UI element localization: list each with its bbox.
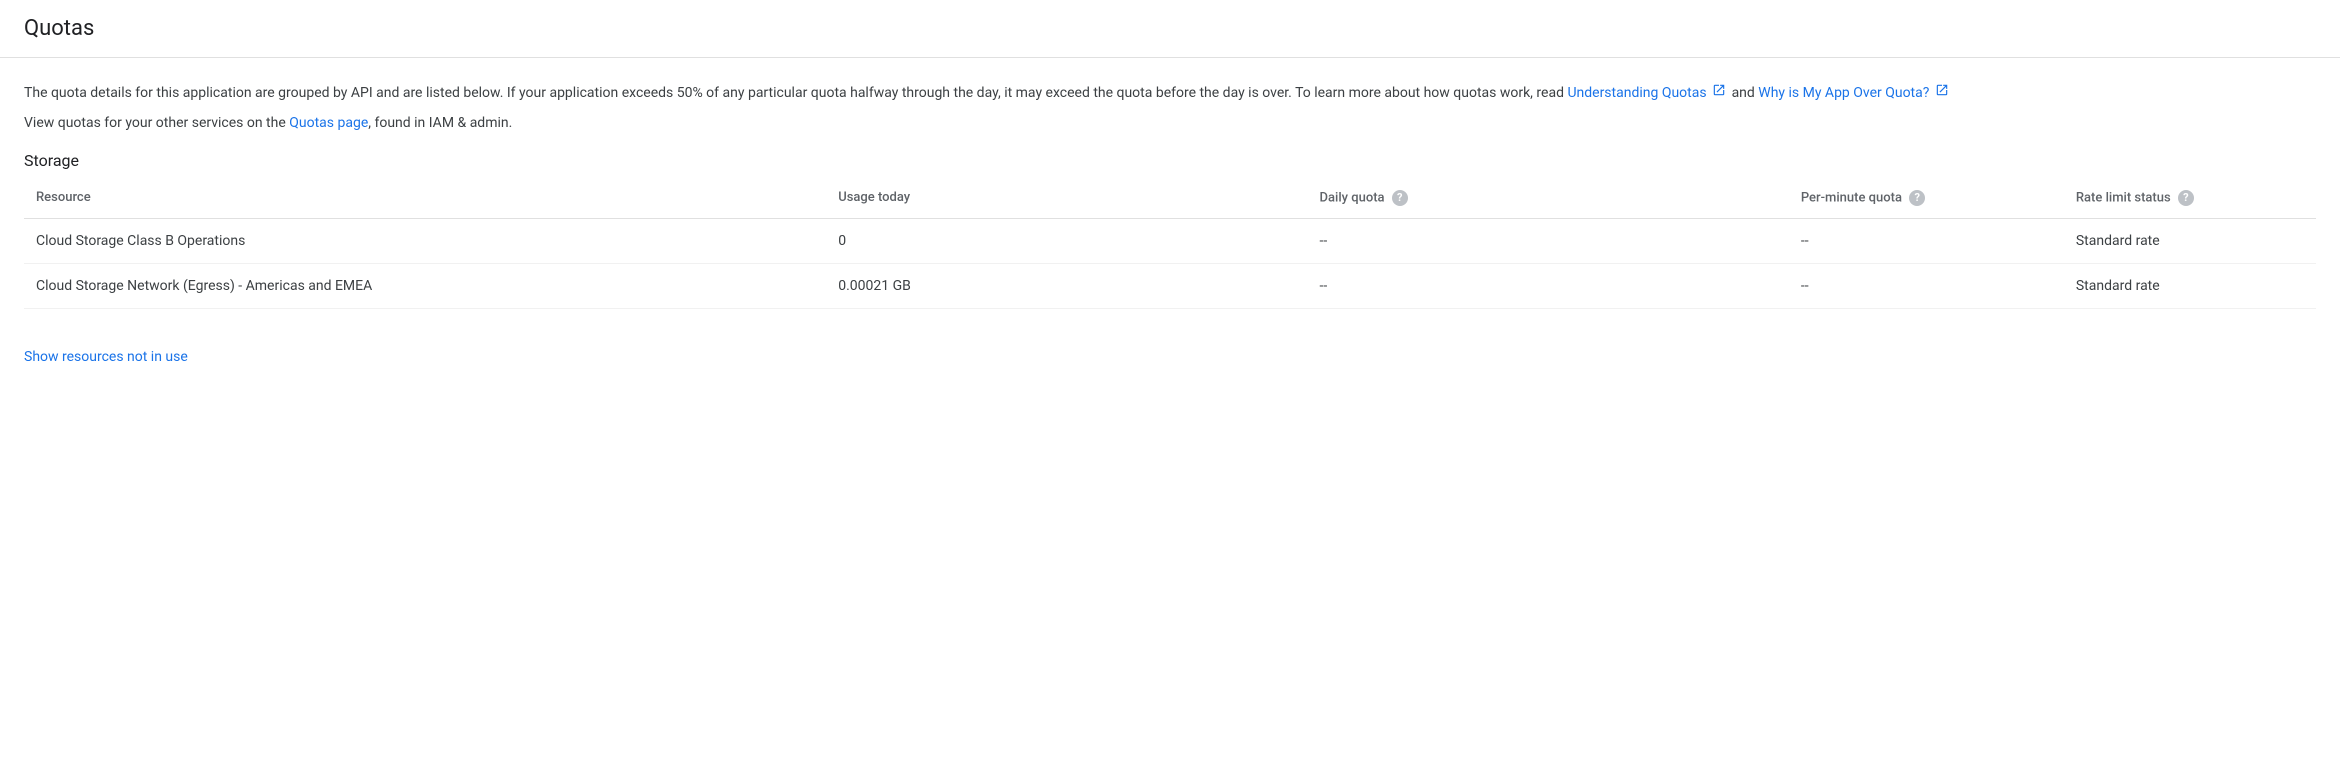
cell-resource: Cloud Storage Network (Egress) - America… xyxy=(24,263,826,308)
help-icon[interactable]: ? xyxy=(1909,190,1925,206)
content-area: The quota details for this application a… xyxy=(0,58,2340,389)
header-daily: Daily quota ? xyxy=(1308,178,1789,219)
section-title-storage: Storage xyxy=(24,151,2316,170)
description-part2: and xyxy=(1732,85,1759,101)
secondary-part1: View quotas for your other services on t… xyxy=(24,115,289,131)
header-daily-label: Daily quota xyxy=(1320,190,1385,205)
page-header: Quotas xyxy=(0,0,2340,58)
table-header-row: Resource Usage today Daily quota ? Per-m… xyxy=(24,178,2316,219)
show-resources-link[interactable]: Show resources not in use xyxy=(24,349,188,365)
description-part1: The quota details for this application a… xyxy=(24,85,1567,101)
understanding-quotas-link[interactable]: Understanding Quotas xyxy=(1567,85,1706,101)
table-row: Cloud Storage Network (Egress) - America… xyxy=(24,263,2316,308)
header-usage: Usage today xyxy=(826,178,1307,219)
help-icon[interactable]: ? xyxy=(2178,190,2194,206)
external-link-icon xyxy=(1712,82,1726,104)
secondary-part2: , found in IAM & admin. xyxy=(368,115,512,131)
external-link-icon xyxy=(1935,82,1949,104)
quotas-page-link[interactable]: Quotas page xyxy=(289,115,368,131)
quotas-table: Resource Usage today Daily quota ? Per-m… xyxy=(24,178,2316,309)
page-title: Quotas xyxy=(24,16,2316,41)
help-icon[interactable]: ? xyxy=(1392,190,1408,206)
cell-usage: 0 xyxy=(826,218,1307,263)
cell-minute: -- xyxy=(1789,263,2064,308)
cell-rate: Standard rate xyxy=(2064,218,2316,263)
cell-daily: -- xyxy=(1308,218,1789,263)
header-minute-label: Per-minute quota xyxy=(1801,190,1902,205)
description-text: The quota details for this application a… xyxy=(24,82,2316,104)
cell-resource: Cloud Storage Class B Operations xyxy=(24,218,826,263)
table-row: Cloud Storage Class B Operations 0 -- --… xyxy=(24,218,2316,263)
secondary-text: View quotas for your other services on t… xyxy=(24,112,2316,134)
over-quota-link[interactable]: Why is My App Over Quota? xyxy=(1758,85,1929,101)
header-minute: Per-minute quota ? xyxy=(1789,178,2064,219)
cell-usage: 0.00021 GB xyxy=(826,263,1307,308)
header-rate-label: Rate limit status xyxy=(2076,190,2171,205)
cell-rate: Standard rate xyxy=(2064,263,2316,308)
header-resource: Resource xyxy=(24,178,826,219)
cell-minute: -- xyxy=(1789,218,2064,263)
cell-daily: -- xyxy=(1308,263,1789,308)
header-rate: Rate limit status ? xyxy=(2064,178,2316,219)
